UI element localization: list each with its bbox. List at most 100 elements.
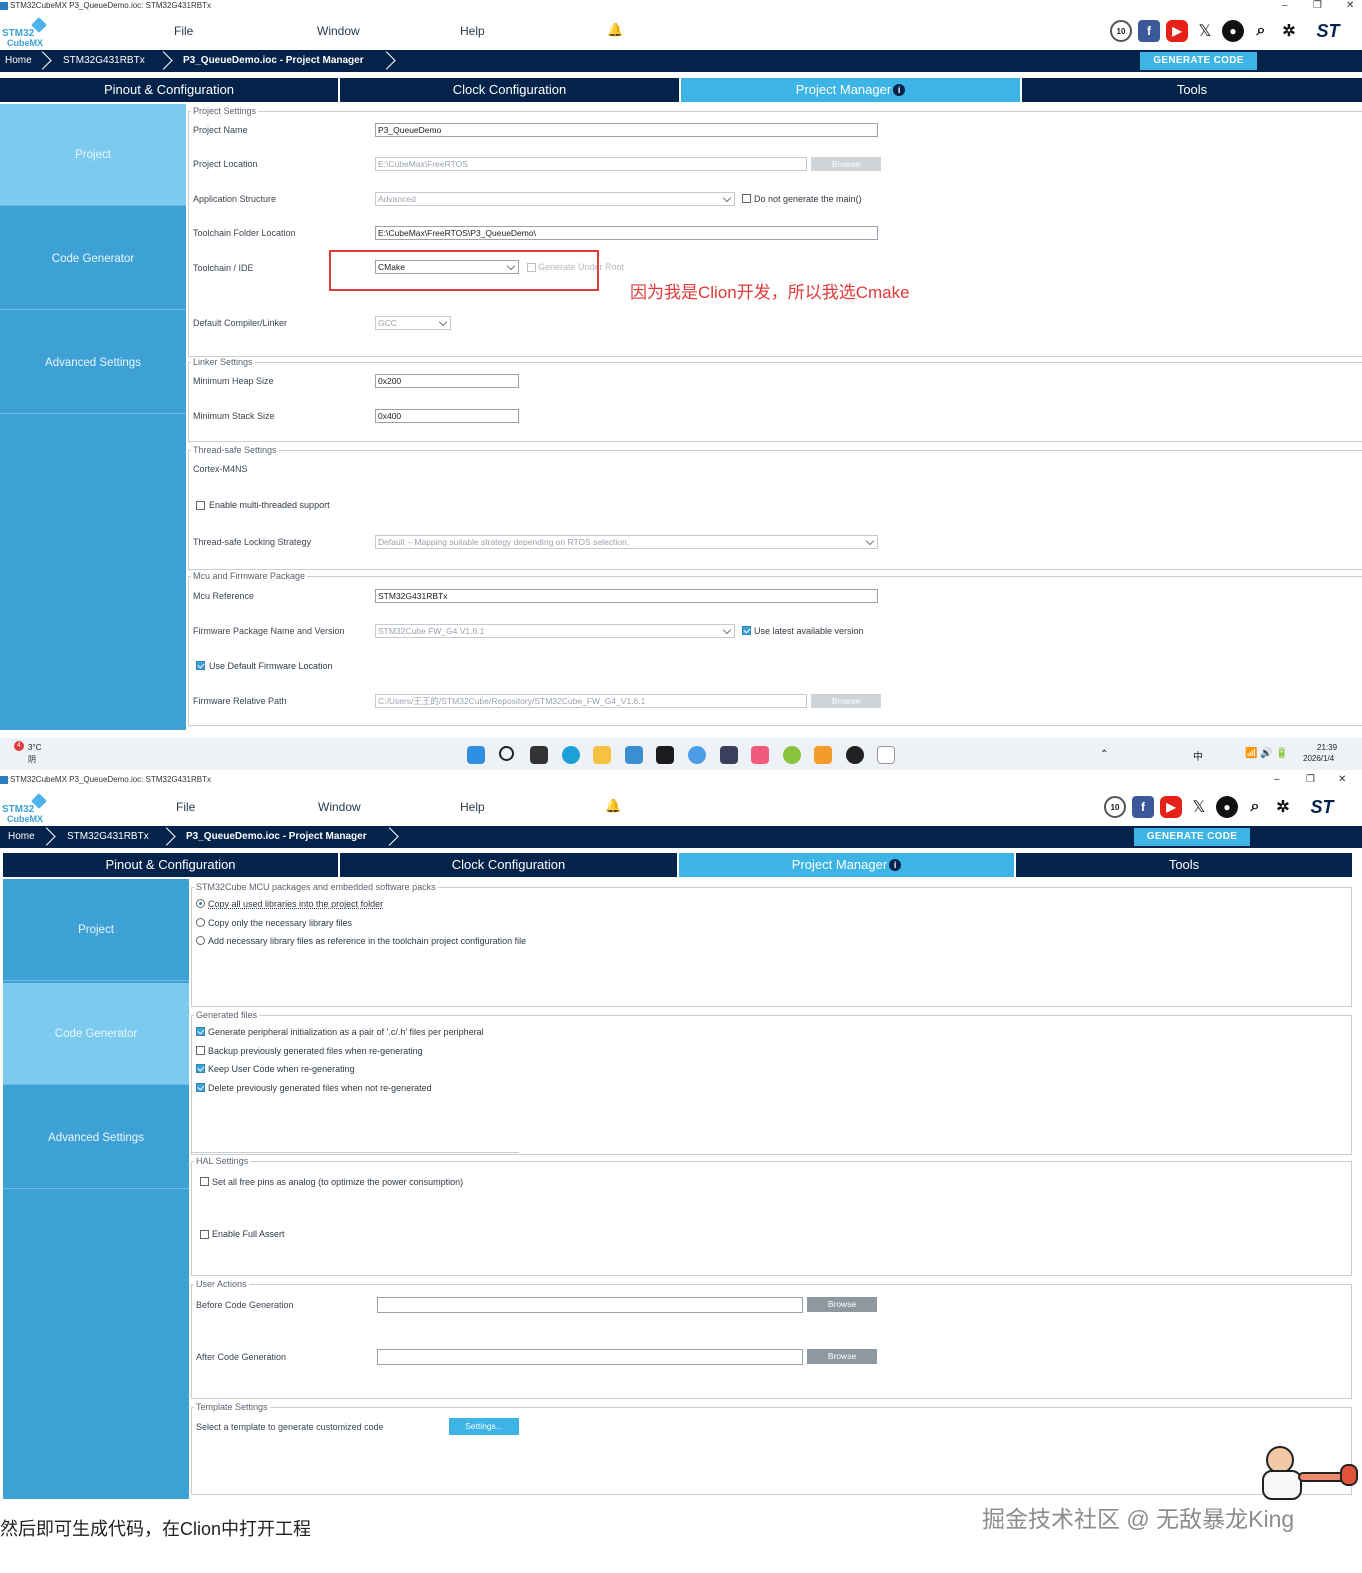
browse-after-button[interactable]: Browse [807, 1349, 877, 1364]
todo-icon[interactable] [688, 746, 706, 764]
copy-necessary-radio[interactable] [196, 918, 205, 927]
mcu-reference-input[interactable]: STM32G431RBTx [375, 589, 878, 603]
task-view-icon[interactable] [530, 746, 548, 764]
bell-icon[interactable]: 🔔 [605, 798, 621, 813]
st-logo[interactable]: ST [1300, 796, 1344, 818]
app-icon-pink[interactable] [751, 746, 769, 764]
stack-size-input[interactable]: 0x400 [375, 409, 519, 423]
menu-window[interactable]: Window [317, 24, 360, 38]
sidebar-item-advanced-settings[interactable]: Advanced Settings [0, 312, 186, 414]
browse-firmware-button[interactable]: Browse [811, 694, 881, 708]
github-icon[interactable]: ● [1222, 20, 1244, 42]
maximize-button[interactable]: ❐ [1313, 0, 1322, 12]
before-generation-input[interactable] [377, 1297, 803, 1313]
breadcrumb-home[interactable]: Home [5, 50, 32, 72]
taskbar-search-icon[interactable] [499, 746, 514, 761]
info-icon[interactable]: i [893, 84, 906, 96]
typora-icon[interactable] [877, 746, 895, 764]
latest-version-checkbox[interactable] [742, 626, 751, 635]
generate-code-button[interactable]: GENERATE CODE [1140, 52, 1257, 70]
youtube-icon[interactable]: ▶ [1160, 796, 1182, 818]
tab-pinout[interactable]: Pinout & Configuration [3, 853, 338, 877]
wifi-volume-battery-icons[interactable]: 📶 🔊 🔋 [1245, 748, 1288, 759]
menu-file[interactable]: File [176, 800, 195, 814]
full-assert-checkbox[interactable] [200, 1230, 209, 1239]
facebook-icon[interactable]: f [1138, 20, 1160, 42]
tab-clock[interactable]: Clock Configuration [340, 78, 679, 102]
project-name-input[interactable]: P3_QueueDemo [375, 123, 878, 137]
locking-strategy-select[interactable]: Default – Mapping suitable strategy depe… [375, 535, 878, 549]
heap-size-input[interactable]: 0x200 [375, 374, 519, 388]
after-generation-input[interactable] [377, 1349, 803, 1365]
minimize-button[interactable]: – [1282, 0, 1288, 12]
network-icon[interactable]: ✲ [1272, 796, 1294, 818]
clock-date[interactable]: 2026/1/4 [1303, 754, 1334, 763]
menu-help[interactable]: Help [460, 800, 485, 814]
multi-thread-checkbox[interactable] [196, 501, 205, 510]
browse-before-button[interactable]: Browse [807, 1297, 877, 1312]
file-explorer-icon[interactable] [593, 746, 611, 764]
analog-pins-checkbox[interactable] [200, 1177, 209, 1186]
firmware-path-input[interactable]: C:/Users/王王的/STM32Cube/Repository/STM32C… [375, 694, 807, 708]
github-icon[interactable]: ● [1216, 796, 1238, 818]
backup-checkbox[interactable] [196, 1046, 205, 1055]
st-logo[interactable]: ST [1306, 20, 1350, 42]
sidebar-item-project[interactable]: Project [0, 104, 186, 206]
pair-files-checkbox[interactable] [196, 1027, 205, 1036]
edge-icon[interactable] [562, 746, 580, 764]
generate-code-button[interactable]: GENERATE CODE [1134, 828, 1250, 846]
template-settings-button[interactable]: Settings... [449, 1418, 519, 1435]
firmware-package-select[interactable]: STM32Cube FW_G4 V1.6.1 [375, 624, 735, 638]
cat-app-icon[interactable] [720, 746, 738, 764]
tab-pinout[interactable]: Pinout & Configuration [0, 78, 338, 102]
search-icon[interactable]: ⌕ [1250, 20, 1272, 42]
tray-chevron-icon[interactable]: ⌃ [1100, 749, 1108, 760]
network-icon[interactable]: ✲ [1278, 20, 1300, 42]
menu-window[interactable]: Window [318, 800, 361, 814]
close-button[interactable]: ✕ [1346, 0, 1354, 12]
application-structure-select[interactable]: Advanced [375, 192, 735, 206]
default-firmware-location-checkbox[interactable] [196, 661, 205, 670]
bell-icon[interactable]: 🔔 [607, 22, 623, 37]
tab-tools[interactable]: Tools [1022, 78, 1362, 102]
anniversary-10-icon[interactable]: 10 [1110, 20, 1132, 42]
maximize-button[interactable]: ❐ [1306, 774, 1315, 786]
menu-file[interactable]: File [174, 24, 193, 38]
clion-icon[interactable] [656, 746, 674, 764]
breadcrumb-mcu[interactable]: STM32G431RBTx [63, 50, 145, 72]
tab-project-manager[interactable]: Project Manager i [681, 78, 1020, 102]
qq-icon[interactable] [846, 746, 864, 764]
minimize-button[interactable]: – [1274, 774, 1280, 786]
delete-previous-checkbox[interactable] [196, 1083, 205, 1092]
youtube-icon[interactable]: ▶ [1166, 20, 1188, 42]
info-icon[interactable]: i [889, 859, 902, 871]
app-icon-orange[interactable] [814, 746, 832, 764]
sidebar-item-code-generator[interactable]: Code Generator [3, 983, 189, 1085]
sidebar-item-advanced-settings[interactable]: Advanced Settings [3, 1087, 189, 1189]
x-icon[interactable]: 𝕏 [1188, 796, 1210, 818]
app-icon-green[interactable] [783, 746, 801, 764]
facebook-icon[interactable]: f [1132, 796, 1154, 818]
ime-language[interactable]: 中 [1193, 748, 1203, 763]
sidebar-item-code-generator[interactable]: Code Generator [0, 208, 186, 310]
default-compiler-select[interactable]: GCC [375, 316, 451, 330]
tab-clock[interactable]: Clock Configuration [340, 853, 677, 877]
search-icon[interactable]: ⌕ [1244, 796, 1266, 818]
sidebar-item-project[interactable]: Project [3, 879, 189, 981]
tab-project-manager[interactable]: Project Manager i [679, 853, 1014, 877]
add-reference-radio[interactable] [196, 936, 205, 945]
breadcrumb-project-manager[interactable]: P3_QueueDemo.ioc - Project Manager [186, 826, 367, 848]
breadcrumb-project-manager[interactable]: P3_QueueDemo.ioc - Project Manager [183, 50, 364, 72]
tab-tools[interactable]: Tools [1016, 853, 1352, 877]
project-location-input[interactable]: E:\CubeMax\FreeRTOS [375, 157, 807, 171]
breadcrumb-mcu[interactable]: STM32G431RBTx [67, 826, 149, 848]
keep-user-code-checkbox[interactable] [196, 1064, 205, 1073]
browse-location-button[interactable]: Browse [811, 157, 881, 171]
anniversary-10-icon[interactable]: 10 [1104, 796, 1126, 818]
breadcrumb-home[interactable]: Home [8, 826, 35, 848]
close-button[interactable]: ✕ [1338, 774, 1346, 786]
x-icon[interactable]: 𝕏 [1194, 20, 1216, 42]
clock-time[interactable]: 21:39 [1317, 743, 1337, 752]
menu-help[interactable]: Help [460, 24, 485, 38]
windows-start-icon[interactable] [467, 746, 485, 764]
